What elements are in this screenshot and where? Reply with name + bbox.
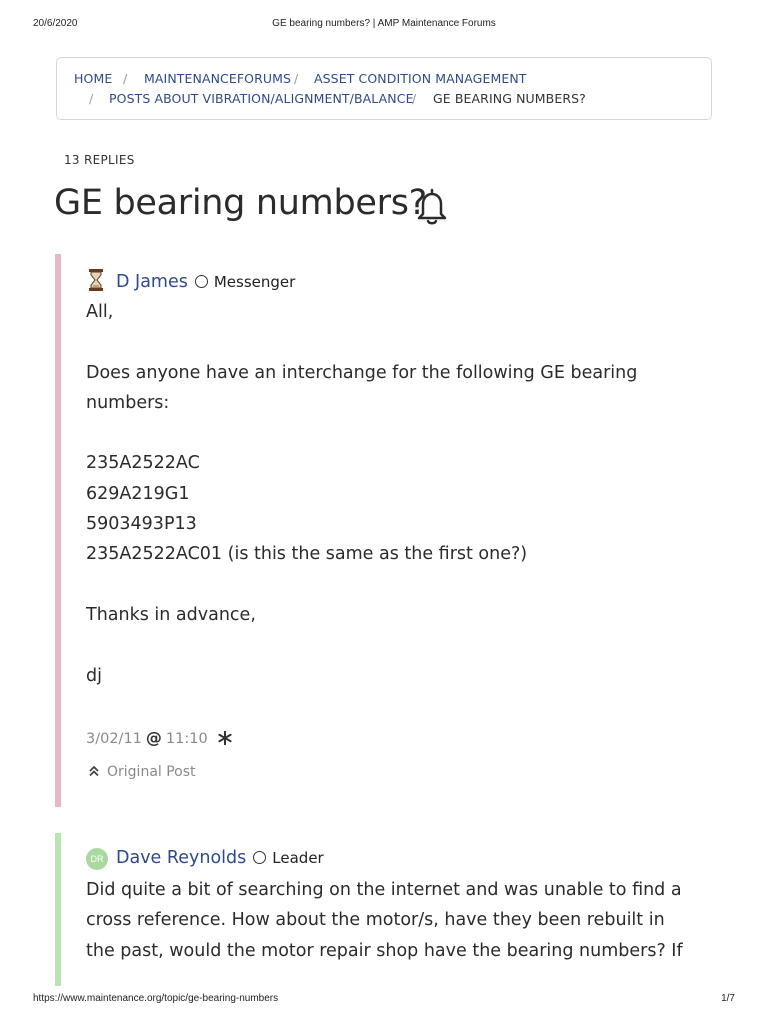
post-line: 629A219G1 (86, 483, 190, 504)
rank-circle-icon (253, 851, 267, 864)
post-line: cross reference. How about the motor/s, … (86, 910, 665, 931)
breadcrumb-current-topic: GE BEARING NUMBERS? (433, 91, 586, 106)
post-author-name[interactable]: D James (116, 272, 188, 292)
post-time: 11:10 (165, 731, 208, 747)
asterisk-icon[interactable] (218, 730, 232, 746)
breadcrumb-separator: / (123, 71, 128, 86)
reply-count: 13 REPLIES (64, 153, 135, 167)
post-accent-bar (55, 833, 61, 986)
post-date: 3/02/11 (86, 731, 142, 747)
post-line: Did quite a bit of searching on the inte… (86, 880, 682, 900)
post-body: All, Does anyone have an interchange for… (86, 297, 637, 691)
breadcrumb-home[interactable]: HOME (74, 71, 112, 86)
at-icon: @ (145, 728, 162, 747)
post-line: Thanks in advance, (86, 604, 256, 625)
breadcrumb-separator: / (89, 91, 94, 106)
post-line: numbers: (86, 392, 170, 413)
post-line: 235A2522AC01 (is this the same as the fi… (86, 544, 528, 565)
author-rank: Messenger (213, 273, 296, 291)
bell-icon[interactable] (414, 186, 450, 226)
breadcrumb-asset-condition-management[interactable]: ASSET CONDITION MANAGEMENT (314, 71, 527, 86)
post-meta: 3/02/11 @11:10 (86, 728, 232, 747)
avatar[interactable]: DR (86, 848, 108, 870)
post-line: All, (86, 302, 114, 322)
post-line: 5903493P13 (86, 514, 197, 535)
breadcrumb-vibration-alignment-balance[interactable]: POSTS ABOUT VIBRATION/ALIGNMENT/BALANCE (109, 91, 414, 106)
post-line: the past, would the motor repair shop ha… (86, 940, 683, 961)
post-author-name[interactable]: Dave Reynolds (116, 848, 246, 868)
post-body: Did quite a bit of searching on the inte… (86, 875, 683, 966)
breadcrumb-separator: / (294, 71, 299, 86)
post-author-row: D James Messenger (86, 268, 295, 294)
post-line: dj (86, 665, 102, 686)
original-post-link[interactable]: Original Post (88, 764, 196, 780)
breadcrumb-separator: / (412, 91, 417, 106)
page-title: GE bearing numbers? (54, 183, 427, 223)
breadcrumb: HOME / MAINTENANCEFORUMS / ASSET CONDITI… (56, 57, 712, 120)
post-accent-bar (55, 254, 61, 807)
author-rank: Leader (272, 849, 324, 867)
hourglass-icon (89, 269, 103, 291)
print-url: https://www.maintenance.org/topic/ge-bea… (33, 993, 279, 1004)
post-line: 235A2522AC (86, 453, 200, 474)
post-author-row: DR Dave Reynolds Leader (86, 848, 324, 874)
print-title: GE bearing numbers? | AMP Maintenance Fo… (272, 18, 496, 29)
post-line: Does anyone have an interchange for the … (86, 362, 638, 383)
double-chevron-up-icon (89, 766, 99, 777)
breadcrumb-maintenanceforums[interactable]: MAINTENANCEFORUMS (144, 71, 291, 86)
rank-circle-icon (194, 275, 208, 288)
print-page-number: 1/7 (721, 993, 735, 1004)
original-post-label: Original Post (107, 764, 196, 780)
